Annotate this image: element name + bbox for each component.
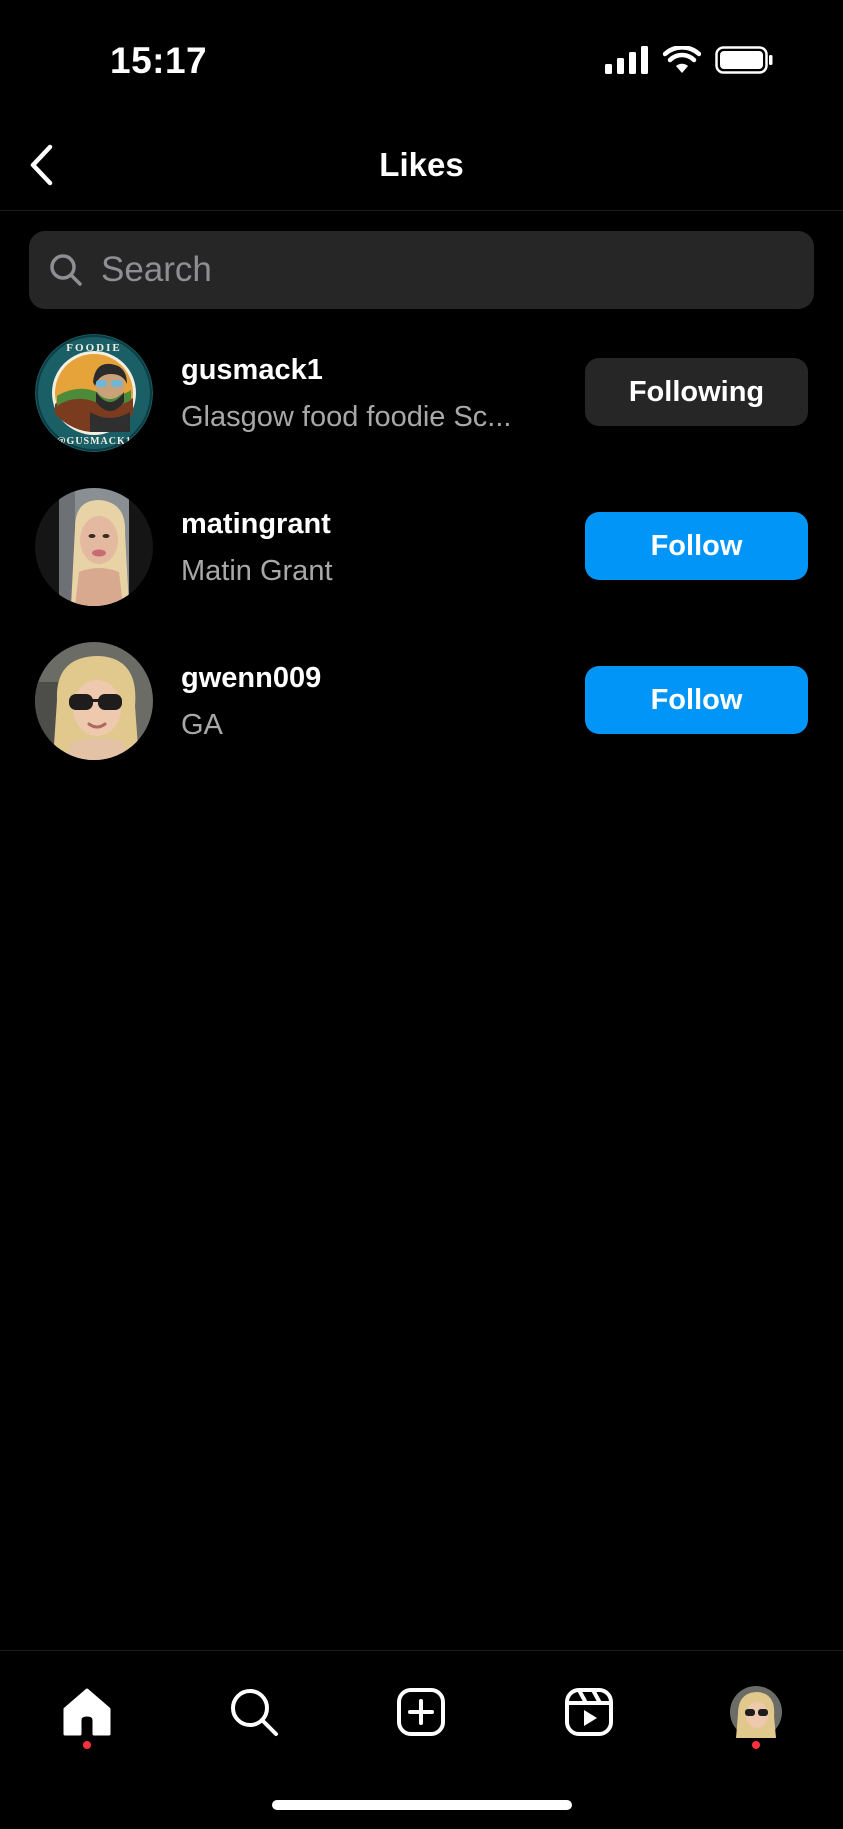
home-icon	[63, 1688, 111, 1736]
list-item[interactable]: gwenn009 GA Follow	[0, 642, 843, 772]
username[interactable]: gwenn009	[181, 662, 541, 695]
plus-square-icon	[397, 1688, 445, 1736]
follow-button[interactable]: Follow	[585, 512, 808, 580]
search-icon	[49, 253, 83, 287]
status-time: 15:17	[110, 40, 208, 81]
home-indicator[interactable]	[272, 1800, 572, 1810]
user-full-name: Glasgow food foodie Sc...	[181, 401, 512, 433]
tab-create[interactable]	[386, 1677, 456, 1747]
search-input[interactable]	[99, 249, 783, 291]
reels-icon	[565, 1688, 613, 1736]
username[interactable]: gusmack1	[181, 354, 541, 387]
status-icons	[605, 46, 773, 74]
signal-icon	[605, 46, 648, 74]
notification-dot	[83, 1741, 91, 1749]
tab-reels[interactable]	[554, 1677, 624, 1747]
wifi-icon	[663, 46, 701, 73]
avatar	[730, 1686, 782, 1738]
user-text: matingrant Matin Grant	[181, 508, 541, 588]
list-item[interactable]: FOODIE @GUSMACK1 gusmack1 Glasgow food f…	[0, 334, 843, 464]
status-bar: 15:17	[0, 0, 843, 120]
nav-bar: Likes	[0, 120, 843, 211]
tab-search[interactable]	[219, 1677, 289, 1747]
user-text: gwenn009 GA	[181, 662, 541, 742]
avatar[interactable]	[35, 488, 153, 606]
search-icon	[231, 1689, 278, 1736]
user-full-name: GA	[181, 709, 223, 741]
user-text: gusmack1 Glasgow food foodie Sc...	[181, 354, 541, 434]
avatar[interactable]	[35, 642, 153, 760]
following-button[interactable]: Following	[585, 358, 808, 426]
follow-button[interactable]: Follow	[585, 666, 808, 734]
battery-icon	[715, 46, 773, 74]
username[interactable]: matingrant	[181, 508, 541, 541]
tab-profile[interactable]	[721, 1677, 791, 1747]
notification-dot	[752, 1741, 760, 1749]
svg-text:@GUSMACK1: @GUSMACK1	[56, 436, 132, 447]
search-bar[interactable]	[29, 231, 814, 309]
avatar[interactable]: FOODIE @GUSMACK1	[35, 334, 153, 452]
list-item[interactable]: matingrant Matin Grant Follow	[0, 488, 843, 618]
tab-home[interactable]	[52, 1677, 122, 1747]
svg-text:FOODIE: FOODIE	[66, 342, 121, 354]
page-title: Likes	[379, 146, 464, 183]
user-full-name: Matin Grant	[181, 555, 333, 587]
